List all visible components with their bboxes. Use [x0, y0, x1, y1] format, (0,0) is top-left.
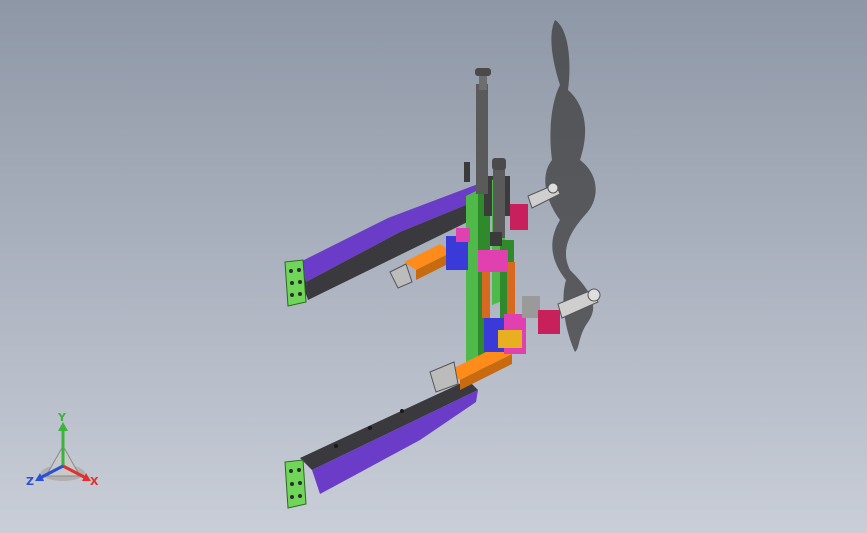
cad-graphics-viewport[interactable]: Y X Z [0, 0, 867, 533]
fixture-assembly-model[interactable] [0, 0, 867, 533]
upper-mounting-plate [284, 259, 307, 307]
triad-graphic [35, 422, 91, 481]
triad-x-label: X [90, 475, 99, 488]
lower-arm[interactable] [300, 380, 478, 494]
view-orientation-triad[interactable]: Y X Z [22, 412, 112, 493]
triad-z-label: Z [26, 475, 34, 488]
lower-mounting-plate [284, 459, 307, 509]
triad-y-label: Y [58, 411, 66, 424]
